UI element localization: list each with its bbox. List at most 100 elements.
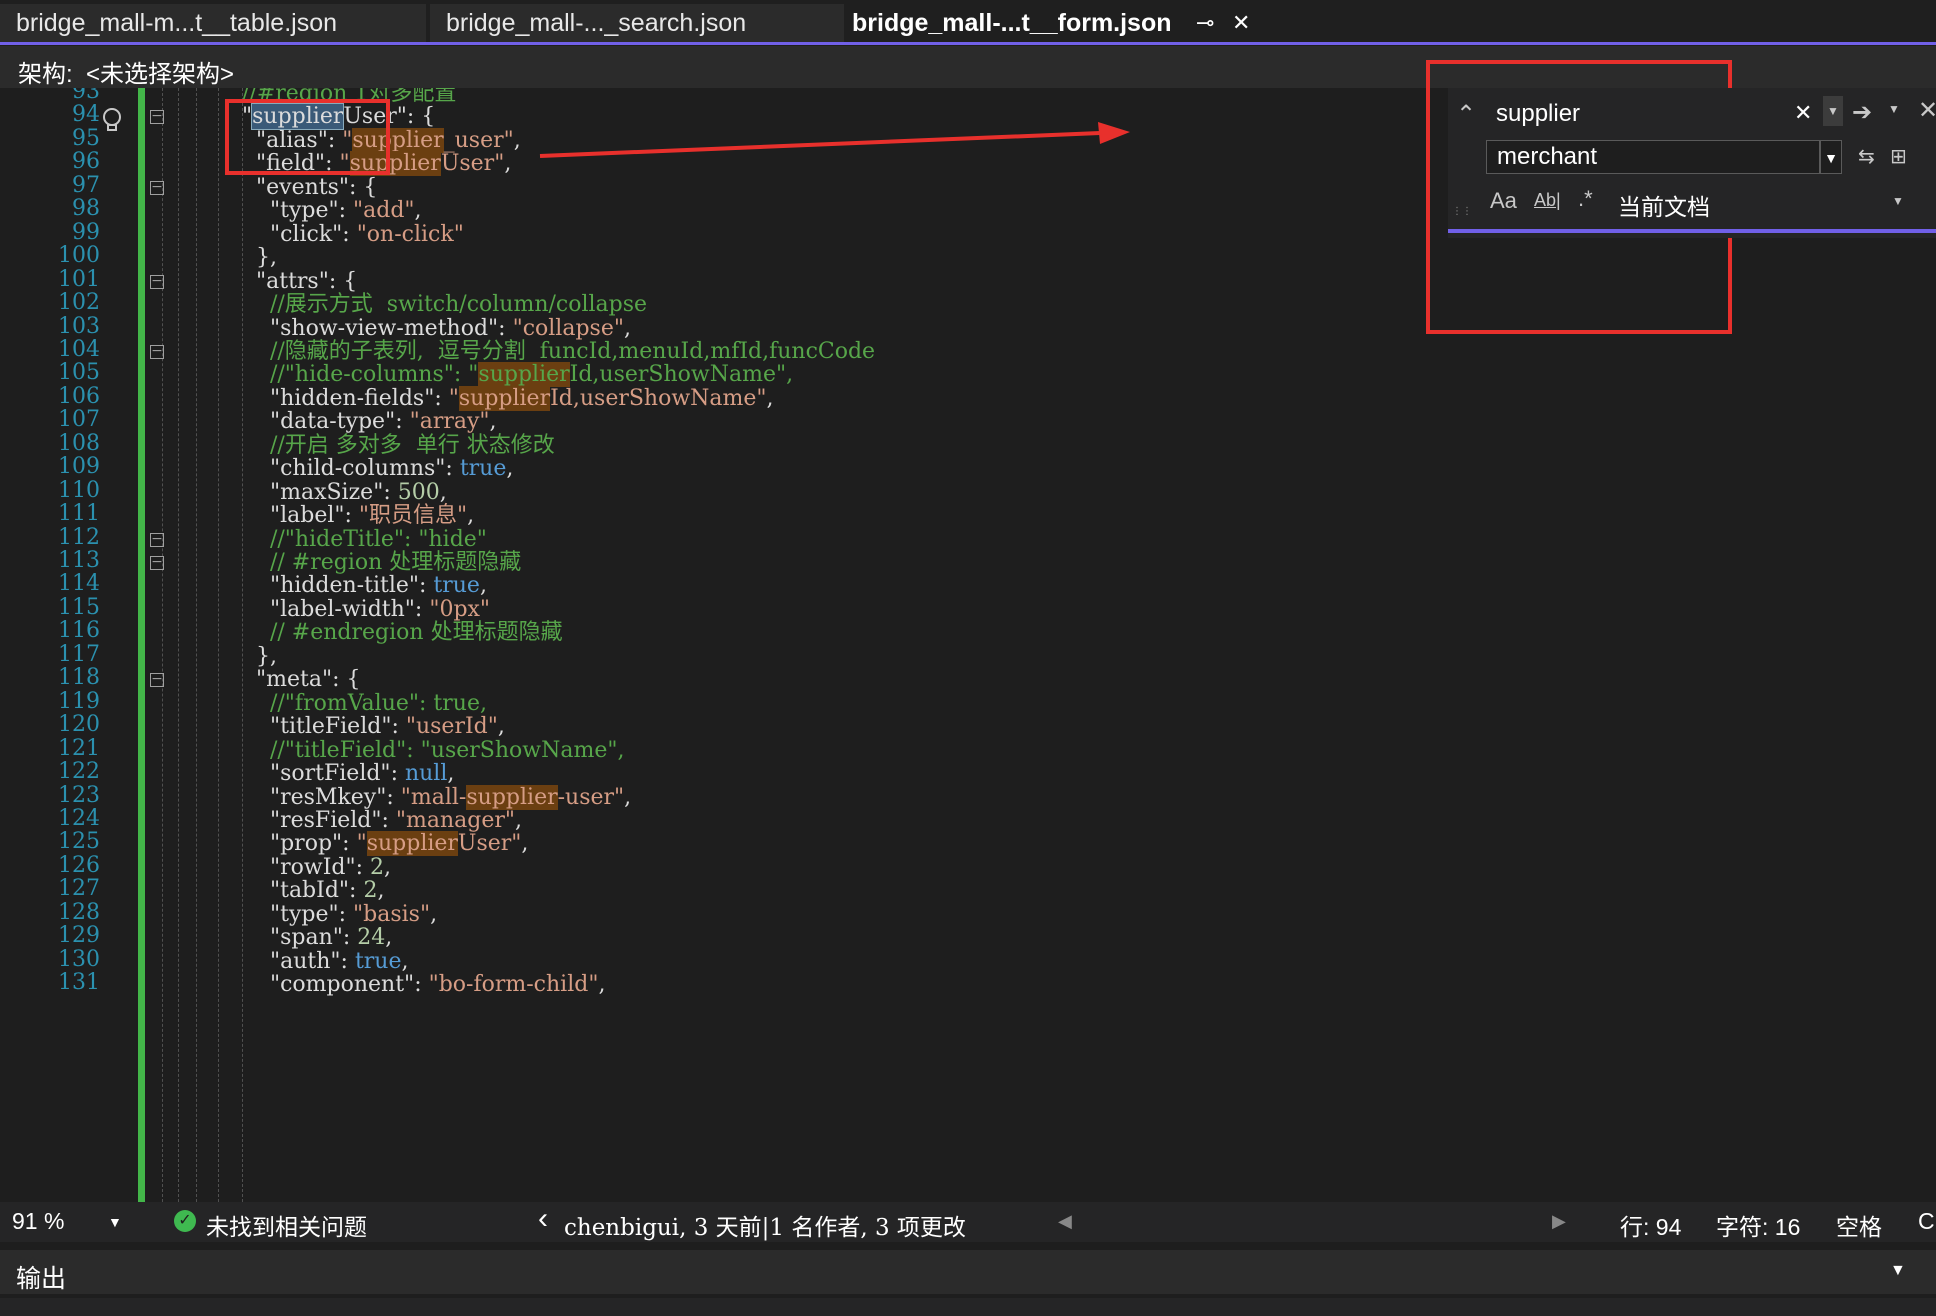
char-indicator[interactable]: 字符: 16 <box>1716 1208 1800 1242</box>
line-number: 117 <box>58 641 100 667</box>
line-number-gutter: 93 94 95 96 97 98 99 100 101 102 103 104 105 106 107 10… <box>0 88 150 1202</box>
line-number: 100 <box>58 243 100 269</box>
grip-icon[interactable]: ⋮⋮ <box>1452 206 1472 217</box>
indent-guide <box>218 88 219 1202</box>
git-blame-info[interactable]: chenbigui, 3 天前|1 名作者, 3 项更改 <box>564 1208 966 1242</box>
line-number: 112 <box>58 524 100 550</box>
fold-toggle-icon[interactable]: − <box>150 672 164 688</box>
match-case-icon[interactable]: Aa <box>1490 188 1517 214</box>
document-tab-bar: bridge_mall-m...t__table.json bridge_mal… <box>0 0 1936 46</box>
tab-form-json[interactable]: bridge_mall-...t__form.json ⊸ ✕ <box>846 4 1266 42</box>
annotation-arrow <box>539 122 1130 158</box>
line-number: 118 <box>58 665 100 691</box>
indent-guide <box>242 88 243 1202</box>
close-icon[interactable]: ✕ <box>1232 4 1250 42</box>
tab-table-json[interactable]: bridge_mall-m...t__table.json <box>0 4 426 42</box>
fold-toggle-icon[interactable]: − <box>150 274 164 289</box>
line-number: 106 <box>58 383 100 409</box>
line-number: 101 <box>58 266 100 292</box>
line-number: 111 <box>58 501 100 527</box>
chevron-down-icon[interactable]: ▼ <box>1820 140 1842 174</box>
tab-search-json[interactable]: bridge_mall-..._search.json <box>430 4 844 42</box>
regex-icon[interactable]: .* <box>1578 186 1593 212</box>
replace-all-icon[interactable]: ⊞ <box>1890 144 1907 169</box>
line-number: 130 <box>58 946 100 972</box>
line-number: 129 <box>58 923 100 949</box>
pin-icon[interactable]: ⊸ <box>1196 4 1214 42</box>
change-tracking-bar <box>138 88 145 1202</box>
line-number: 124 <box>58 805 100 831</box>
search-input[interactable]: supplier <box>1496 100 1580 128</box>
indent-guide <box>196 88 197 1202</box>
line-number: 131 <box>58 970 100 996</box>
chevron-down-icon[interactable]: ▼ <box>1888 102 1900 116</box>
line-number: 115 <box>58 594 100 620</box>
search-scope[interactable]: 当前文档 <box>1618 188 1710 222</box>
line-number: 96 <box>72 149 100 175</box>
eol-indicator[interactable]: C <box>1918 1208 1935 1235</box>
line-number: 95 <box>72 125 100 151</box>
code-line[interactable]: "component": "bo-form-child", <box>242 970 605 999</box>
code-line[interactable]: // #endregion 处理标题隐藏 <box>242 618 563 647</box>
indent-guide <box>162 88 163 1202</box>
issues-status[interactable]: 未找到相关问题 <box>206 1208 367 1242</box>
line-indicator[interactable]: 行: 94 <box>1620 1208 1681 1242</box>
close-icon[interactable]: ✕ <box>1918 96 1936 125</box>
line-number: 120 <box>58 712 100 738</box>
tab-label: bridge_mall-..._search.json <box>446 9 747 37</box>
lightbulb-icon[interactable] <box>100 107 124 133</box>
chevron-up-icon[interactable]: ⌃ <box>1456 100 1476 129</box>
tab-label: bridge_mall-m...t__table.json <box>16 9 337 37</box>
fold-toggle-icon[interactable]: − <box>150 344 164 359</box>
line-number: 109 <box>58 454 100 480</box>
chevron-down-icon[interactable]: ▼ <box>1892 194 1904 208</box>
line-number: 102 <box>58 290 100 316</box>
fold-toggle-icon[interactable]: − <box>150 555 164 570</box>
zoom-level[interactable]: 91 % <box>12 1208 64 1235</box>
line-number: 94 <box>72 102 100 128</box>
output-panel-title: 输出 <box>16 1265 67 1293</box>
line-number: 122 <box>58 759 100 785</box>
arrow-right-icon[interactable]: ➔ <box>1852 98 1872 127</box>
find-replace-widget: ⌃ supplier ✕ ▼ ➔ ▼ ✕ ▼ ⇆ ⊞ ⋮⋮ Aa Ab| .* … <box>1448 88 1936 238</box>
indent-guide <box>178 88 179 1202</box>
line-number: 116 <box>58 618 100 644</box>
tab-label: bridge_mall-...t__form.json <box>852 9 1172 37</box>
check-circle-icon: ✓ <box>174 1210 196 1232</box>
chevron-down-icon[interactable]: ▼ <box>1823 96 1843 126</box>
tab-accent-line <box>0 42 1936 45</box>
architecture-select[interactable]: <未选择架构> <box>86 54 234 89</box>
line-number: 99 <box>72 219 100 245</box>
line-number: 114 <box>58 571 100 597</box>
line-number: 123 <box>58 782 100 808</box>
line-number: 113 <box>58 548 100 573</box>
close-icon[interactable]: ✕ <box>1794 100 1812 126</box>
line-number: 121 <box>58 735 100 761</box>
whole-word-icon[interactable]: Ab| <box>1534 190 1561 211</box>
chevron-down-icon[interactable]: ▼ <box>1890 1262 1906 1280</box>
spacing-indicator[interactable]: 空格 <box>1836 1208 1882 1242</box>
annotation-box-key <box>225 99 390 175</box>
chevron-down-icon[interactable]: ▼ <box>108 1214 122 1230</box>
scroll-right-icon[interactable]: ▶ <box>1552 1211 1566 1232</box>
line-number: 125 <box>58 829 100 855</box>
line-number: 119 <box>58 688 100 714</box>
fold-toggle-icon[interactable]: − <box>150 109 164 125</box>
fold-toggle-icon[interactable]: − <box>150 532 164 547</box>
status-bar: 91 % ▼ ✓ 未找到相关问题 ‹ chenbigui, 3 天前|1 名作者… <box>0 1202 1936 1242</box>
fold-toggle-icon[interactable]: − <box>150 180 164 195</box>
replace-next-icon[interactable]: ⇆ <box>1858 144 1875 169</box>
line-number: 103 <box>58 313 100 339</box>
line-number: 108 <box>58 430 100 456</box>
chevron-left-icon: ‹ <box>538 1202 548 1235</box>
line-number: 127 <box>58 876 100 902</box>
output-panel-toolbar <box>0 1298 1936 1316</box>
replace-input[interactable] <box>1486 140 1820 174</box>
architecture-label: 架构: <box>18 61 73 88</box>
scroll-left-icon[interactable]: ◀ <box>1058 1211 1072 1232</box>
line-number: 97 <box>72 172 100 198</box>
line-number: 126 <box>58 852 100 878</box>
line-number: 105 <box>58 360 100 386</box>
line-number: 110 <box>58 477 100 503</box>
line-number: 98 <box>72 196 100 222</box>
